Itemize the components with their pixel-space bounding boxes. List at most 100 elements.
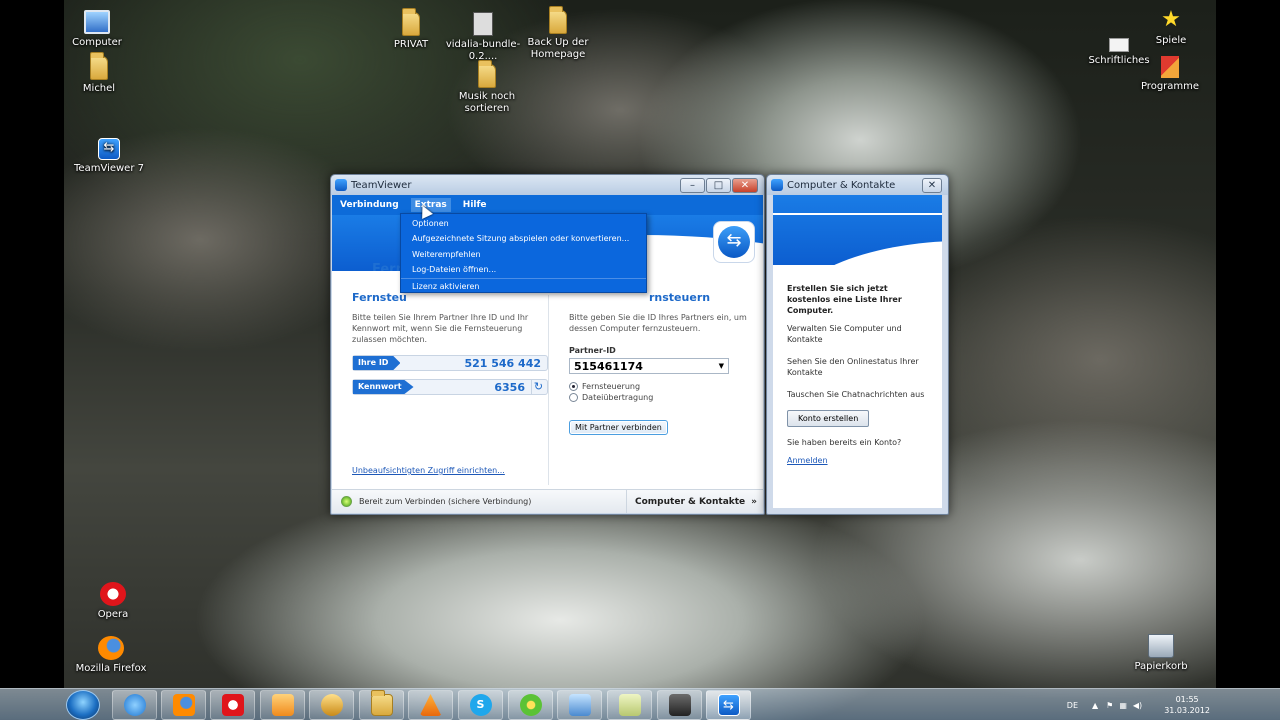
menu-item-log-dateien[interactable]: Log-Dateien öffnen...: [401, 262, 646, 277]
partner-id-label: Partner-ID: [569, 346, 616, 355]
contacts-window: Computer & Kontakte ✕ Erstellen Sie sich…: [766, 174, 949, 515]
refresh-password-icon[interactable]: ↻: [531, 380, 545, 394]
taskbar-network[interactable]: [557, 690, 602, 720]
show-hidden-icons-icon[interactable]: ▲: [1092, 701, 1098, 710]
create-account-button[interactable]: Konto erstellen: [787, 410, 870, 427]
app-icon: [320, 694, 343, 716]
desktop-icon-michel[interactable]: Michel: [57, 52, 141, 95]
have-account-text: Sie haben bereits ein Konto?: [787, 438, 902, 447]
maximize-button[interactable]: □: [706, 177, 731, 193]
computer-contacts-button[interactable]: Computer & Kontakte »: [626, 489, 763, 513]
menu-item-recorded-session[interactable]: Aufgezeichnete Sitzung abspielen oder ko…: [401, 231, 646, 246]
contacts-text-status: Sehen Sie den Onlinestatus Ihrer Kontakt…: [787, 357, 919, 377]
radio-file-transfer[interactable]: Dateiübertragung: [569, 393, 763, 402]
menu-hilfe[interactable]: Hilfe: [463, 200, 487, 210]
left-black-bar: [0, 0, 64, 688]
taskbar-fun-app[interactable]: [309, 690, 354, 720]
chevron-down-icon[interactable]: ▼: [719, 362, 724, 370]
teamviewer-icon: [98, 138, 120, 160]
partner-id-input[interactable]: 515461174 ▼: [569, 358, 729, 374]
radio-selected-icon: [569, 382, 578, 391]
taskbar-icq[interactable]: [508, 690, 553, 720]
clock-date: 31.03.2012: [1164, 706, 1210, 715]
menu-item-weiterempfehlen[interactable]: Weiterempfehlen: [401, 247, 646, 262]
menu-item-lizenz[interactable]: Lizenz aktivieren: [401, 277, 646, 293]
desktop-icon-backup[interactable]: Back Up der Homepage: [516, 6, 600, 61]
window-title: TeamViewer: [351, 179, 412, 191]
explorer-folder-icon: [370, 690, 393, 716]
minimize-button[interactable]: –: [680, 177, 705, 193]
login-link[interactable]: Anmelden: [787, 456, 828, 465]
document-icon: [1109, 38, 1129, 52]
computer-icon: [84, 10, 110, 34]
desktop-icon-programme[interactable]: Programme: [1128, 56, 1212, 93]
network-icon: [568, 694, 591, 716]
taskbar-teamviewer[interactable]: [706, 690, 751, 720]
desktop-icon-papierkorb[interactable]: Papierkorb: [1119, 634, 1203, 673]
desktop-icon-firefox[interactable]: Mozilla Firefox: [69, 636, 153, 675]
taskbar-vlc[interactable]: [408, 690, 453, 720]
system-tray: DE ▲ ⚑ ▦ ◀) 01:55 31.03.2012: [1067, 689, 1216, 720]
notes-icon: [618, 694, 641, 716]
teamviewer-titlebar[interactable]: TeamViewer – □ ✕: [331, 175, 764, 195]
teamviewer-logo: ⇆: [713, 221, 755, 263]
taskbar-ie[interactable]: [112, 690, 157, 720]
folder-icon: [478, 60, 496, 88]
password-label: Kennwort: [353, 380, 414, 394]
desktop-icon-teamviewer[interactable]: TeamViewer 7: [67, 138, 151, 175]
close-button[interactable]: ✕: [922, 177, 942, 193]
teamviewer-icon: [771, 179, 783, 191]
taskbar-explorer[interactable]: [359, 690, 404, 720]
skype-icon: S: [469, 694, 492, 716]
status-led-icon: [341, 496, 352, 507]
taskbar-firefox[interactable]: [161, 690, 206, 720]
programs-icon: [1161, 56, 1179, 78]
taskbar-opera[interactable]: [210, 690, 255, 720]
opera-icon: [221, 694, 244, 716]
taskbar-media-player[interactable]: [260, 690, 305, 720]
star-icon: ★: [1161, 7, 1181, 32]
firefox-icon: [172, 694, 195, 716]
menu-bar: Verbindung Extras Hilfe: [332, 195, 763, 215]
taskbar-skype[interactable]: S: [458, 690, 503, 720]
password-value[interactable]: 6356: [414, 381, 531, 394]
contacts-headline: Erstellen Sie sich jetzt kostenlos eine …: [787, 284, 902, 315]
desktop-icon-opera[interactable]: Opera: [71, 582, 155, 621]
unattended-access-link[interactable]: Unbeaufsichtigten Zugriff einrichten...: [352, 466, 505, 475]
volume-icon[interactable]: ◀): [1133, 701, 1142, 710]
desktop-icon-musik[interactable]: Musik noch sortieren: [445, 60, 529, 115]
status-text: Bereit zum Verbinden (sichere Verbindung…: [359, 497, 532, 506]
double-chevron-right-icon: »: [751, 496, 757, 507]
icq-flower-icon: [519, 694, 542, 716]
your-id-row: Ihre ID 521 546 442: [352, 355, 548, 371]
menu-verbindung[interactable]: Verbindung: [340, 200, 399, 210]
contacts-text-chat: Tauschen Sie Chatnachrichten aus: [787, 390, 925, 399]
desktop-icon-vidalia[interactable]: vidalia-bundle-0.2....: [441, 12, 525, 63]
allow-remote-text: Bitte teilen Sie Ihrem Partner Ihre ID u…: [352, 313, 529, 344]
radio-unselected-icon: [569, 393, 578, 402]
extras-dropdown-menu: Optionen Aufgezeichnete Sitzung abspiele…: [400, 213, 647, 293]
user-folder-icon: [90, 52, 108, 80]
menu-item-optionen[interactable]: Optionen: [401, 216, 646, 231]
radio-remote-control[interactable]: Fernsteuerung: [569, 382, 763, 391]
clock[interactable]: 01:55 31.03.2012: [1164, 694, 1210, 716]
language-indicator[interactable]: DE: [1067, 701, 1078, 710]
your-id-value[interactable]: 521 546 442: [400, 357, 547, 370]
your-id-label: Ihre ID: [353, 356, 401, 370]
action-center-icon[interactable]: ⚑: [1106, 701, 1113, 710]
column-divider: [548, 295, 549, 485]
taskbar-camera[interactable]: [657, 690, 702, 720]
installer-icon: [473, 12, 493, 36]
internet-explorer-icon: [123, 694, 146, 716]
close-button[interactable]: ✕: [732, 177, 758, 193]
contacts-titlebar[interactable]: Computer & Kontakte ✕: [767, 175, 948, 195]
taskbar-notes[interactable]: [607, 690, 652, 720]
control-remote-text: Bitte geben Sie die ID Ihres Partners ei…: [569, 313, 747, 333]
teamviewer-icon: [335, 179, 347, 191]
network-tray-icon[interactable]: ▦: [1119, 701, 1127, 710]
connect-partner-button[interactable]: Mit Partner verbinden: [569, 420, 668, 435]
opera-icon: [100, 582, 126, 606]
desktop-icon-computer[interactable]: Computer: [55, 10, 139, 49]
start-button[interactable]: [66, 690, 100, 720]
camera-icon: [668, 694, 691, 716]
